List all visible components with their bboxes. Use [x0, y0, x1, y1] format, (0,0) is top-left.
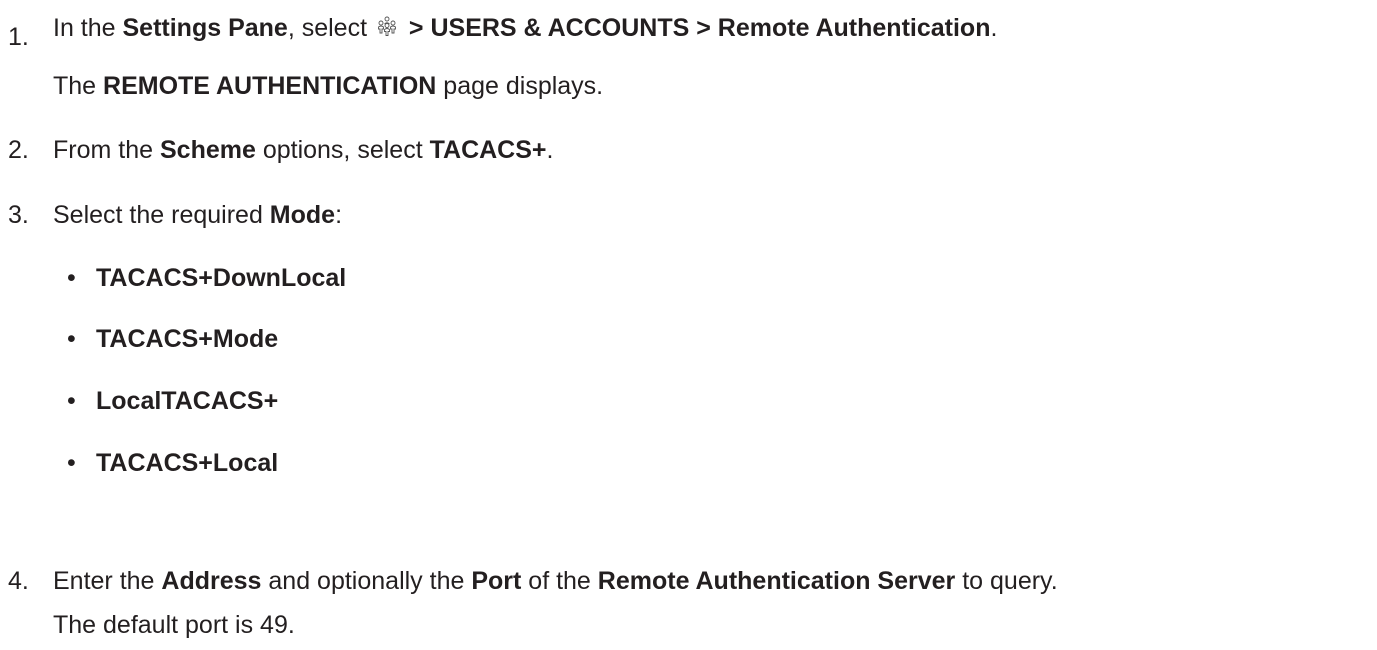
mode-option: TACACS+DownLocal: [96, 264, 347, 292]
step-4-mid1: and optionally the: [261, 567, 472, 595]
mode-option: LocalTACACS+: [96, 387, 279, 415]
step-1-result-prefix: The: [53, 72, 104, 100]
port-label: Port: [471, 567, 522, 595]
step-4-number: 4.: [8, 567, 29, 595]
step-2-prefix: From the: [53, 136, 160, 164]
scheme-label: Scheme: [159, 136, 256, 164]
step-3-number: 3.: [8, 201, 29, 229]
step-2-suffix: .: [546, 136, 554, 164]
mode-option: TACACS+Mode: [96, 325, 279, 353]
bullet-icon: •: [67, 387, 76, 415]
scheme-value: TACACS+: [429, 136, 547, 164]
step-3-suffix: :: [335, 201, 343, 229]
step-4-text: Enter the Address and optionally the Por…: [53, 566, 1058, 596]
step-1-text: In the Settings Pane, select > USERS & A…: [53, 13, 997, 43]
bullet-icon: •: [67, 325, 76, 353]
step-1-suffix: .: [990, 14, 998, 42]
step-4-mid2: of the: [521, 567, 598, 595]
step-1-number: 1.: [8, 23, 29, 51]
step-4-suffix: to query.: [955, 567, 1058, 595]
remote-authentication-page-label: REMOTE AUTHENTICATION: [103, 72, 437, 100]
bullet-icon: •: [67, 264, 76, 292]
step-2-number: 2.: [8, 136, 29, 164]
step-1-result: The REMOTE AUTHENTICATION page displays.: [53, 71, 603, 101]
settings-path: > USERS & ACCOUNTS > Remote Authenticati…: [401, 14, 991, 42]
bullet-icon: •: [67, 449, 76, 477]
step-3-text: Select the required Mode:: [53, 200, 342, 230]
step-4-note: The default port is 49.: [53, 611, 295, 639]
settings-pane-label: Settings Pane: [122, 14, 288, 42]
step-1-prefix: In the: [53, 14, 123, 42]
step-2-text: From the Scheme options, select TACACS+.: [53, 135, 553, 165]
server-label: Remote Authentication Server: [597, 567, 956, 595]
step-2-mid: options, select: [255, 136, 430, 164]
step-1-result-suffix: page displays.: [436, 72, 604, 100]
mode-option: TACACS+Local: [96, 449, 279, 477]
users-icon: [378, 16, 396, 36]
step-3-prefix: Select the required: [53, 201, 270, 229]
step-1-mid: , select: [287, 14, 374, 42]
address-label: Address: [161, 567, 262, 595]
mode-label: Mode: [269, 201, 336, 229]
step-4-prefix: Enter the: [53, 567, 162, 595]
